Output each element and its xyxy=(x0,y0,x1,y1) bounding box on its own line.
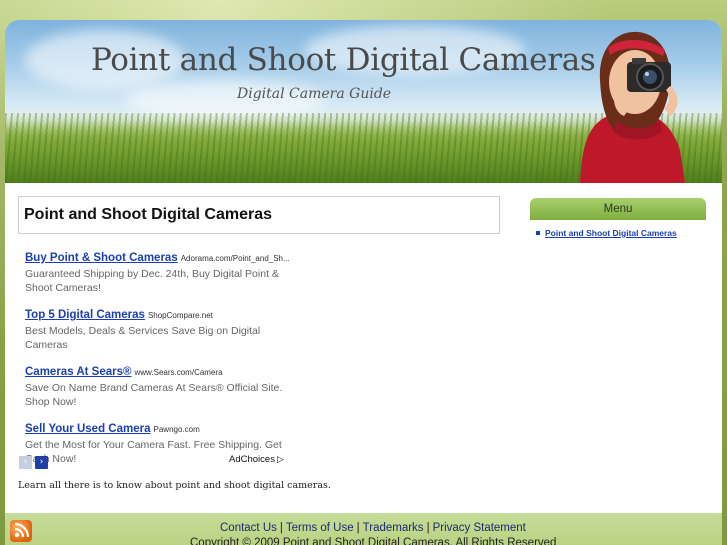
post-title[interactable]: Point and Shoot Digital Cameras xyxy=(24,206,272,224)
ad-title-link[interactable]: Sell Your Used Camera xyxy=(25,423,151,435)
footer-separator: | xyxy=(279,522,283,534)
ad-url[interactable]: Adorama.com/Point_and_Sh... xyxy=(181,254,290,263)
footer-link-terms[interactable]: Terms of Use xyxy=(286,522,354,534)
footer-links: Contact Us | Terms of Use | Trademarks | Priva… xyxy=(220,522,526,534)
ad-item: Buy Point & Shoot Cameras Adorama.com/Poi… xyxy=(25,248,295,295)
footer-link-privacy[interactable]: Privacy Statement xyxy=(433,522,526,534)
bullet-icon xyxy=(536,231,540,235)
page-wrapper: Point and Shoot Digital Cameras Digital … xyxy=(5,20,722,545)
ad-description: Save On Name Brand Cameras At Sears® Off… xyxy=(25,382,283,408)
adchoices-icon[interactable]: ▷ xyxy=(277,454,284,464)
ad-title-link[interactable]: Top 5 Digital Cameras xyxy=(25,309,145,321)
site-tagline: Digital Camera Guide xyxy=(237,86,392,102)
adchoices-label[interactable]: AdChoices xyxy=(229,454,275,465)
adchoices-link[interactable]: AdChoices ▷ xyxy=(229,454,284,465)
sidebar-menu-title: Menu xyxy=(530,198,706,220)
footer-separator: | xyxy=(356,522,360,534)
sidebar-item-point-and-shoot[interactable]: Point and Shoot Digital Cameras xyxy=(536,228,677,238)
post-title-box: Point and Shoot Digital Cameras xyxy=(18,196,500,234)
copyright-text: Copyright © 2009 Point and Shoot Digital… xyxy=(190,537,557,545)
footer-separator: | xyxy=(426,522,430,534)
ad-item: Cameras At Sears® www.Sears.com/Camera Sa… xyxy=(25,362,295,409)
sidebar-item-label[interactable]: Point and Shoot Digital Cameras xyxy=(545,228,677,238)
ad-description: Guaranteed Shipping by Dec. 24th, Buy Di… xyxy=(25,268,279,294)
rss-icon[interactable] xyxy=(10,520,32,542)
ad-url[interactable]: ShopCompare.net xyxy=(148,311,213,320)
ad-navigation: ‹ › AdChoices ▷ xyxy=(19,454,289,469)
ad-title-link[interactable]: Cameras At Sears® xyxy=(25,366,132,378)
sidebar-menu: Point and Shoot Digital Cameras xyxy=(536,228,677,238)
ad-description: Best Models, Deals & Services Save Big o… xyxy=(25,325,261,351)
ad-url[interactable]: Pawngo.com xyxy=(154,425,200,434)
ad-item: Top 5 Digital Cameras ShopCompare.net Bes… xyxy=(25,305,295,352)
site-header: Point and Shoot Digital Cameras Digital … xyxy=(5,20,722,183)
intro-text: Learn all there is to know about point a… xyxy=(18,480,331,491)
footer-link-trademarks[interactable]: Trademarks xyxy=(363,522,424,534)
ad-block: Buy Point & Shoot Cameras Adorama.com/Poi… xyxy=(25,248,295,476)
chevron-right-icon[interactable]: › xyxy=(35,456,48,469)
chevron-left-icon[interactable]: ‹ xyxy=(19,456,32,469)
site-footer: Contact Us | Terms of Use | Trademarks | Priva… xyxy=(5,513,722,545)
ad-title-link[interactable]: Buy Point & Shoot Cameras xyxy=(25,252,178,264)
ad-url[interactable]: www.Sears.com/Camera xyxy=(135,368,223,377)
main-content: Point and Shoot Digital Cameras Buy Poin… xyxy=(5,183,722,513)
footer-link-contact[interactable]: Contact Us xyxy=(220,522,277,534)
photographer-illustration xyxy=(580,31,685,183)
